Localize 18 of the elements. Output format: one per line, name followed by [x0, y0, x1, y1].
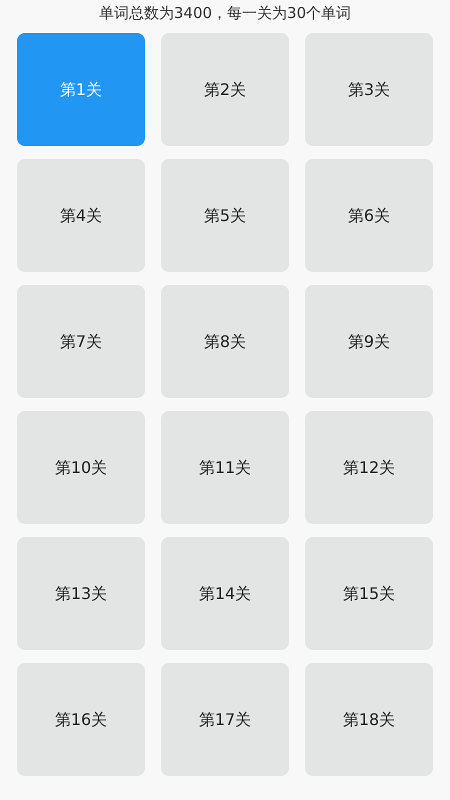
level-tile[interactable]: 第5关	[161, 159, 289, 272]
level-tile[interactable]: 第2关	[161, 33, 289, 146]
level-tile[interactable]: 第13关	[17, 537, 145, 650]
header-text: 单词总数为3400，每一关为30个单词	[98, 4, 352, 22]
level-tile[interactable]: 第10关	[17, 411, 145, 524]
level-tile[interactable]: 第11关	[161, 411, 289, 524]
level-tile[interactable]: 第17关	[161, 663, 289, 776]
level-tile[interactable]: 第8关	[161, 285, 289, 398]
level-tile[interactable]: 第3关	[305, 33, 433, 146]
level-tile[interactable]: 第9关	[305, 285, 433, 398]
level-tile[interactable]: 第6关	[305, 159, 433, 272]
level-tile[interactable]: 第15关	[305, 537, 433, 650]
level-tile[interactable]: 第4关	[17, 159, 145, 272]
level-tile[interactable]: 第14关	[161, 537, 289, 650]
level-tile[interactable]: 第7关	[17, 285, 145, 398]
level-tile[interactable]: 第16关	[17, 663, 145, 776]
level-tile[interactable]: 第18关	[305, 663, 433, 776]
level-tile[interactable]: 第12关	[305, 411, 433, 524]
